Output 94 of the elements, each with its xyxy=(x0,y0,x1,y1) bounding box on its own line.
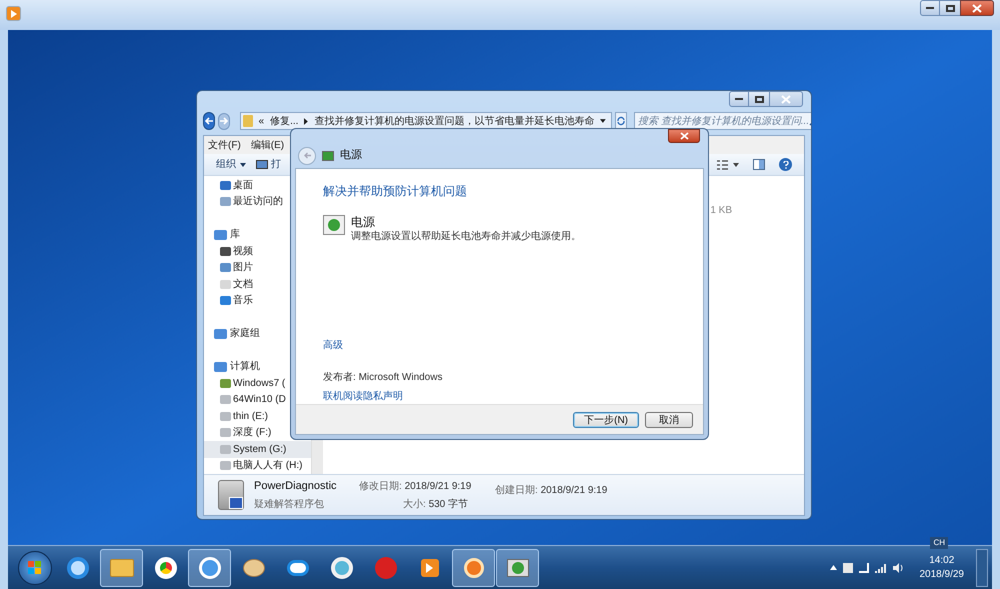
folder-icon xyxy=(220,263,231,272)
dialog-button[interactable]: 下一步(N) xyxy=(573,412,639,428)
nav-item[interactable]: 视频 xyxy=(204,243,311,260)
clock[interactable]: 14:02 2018/9/29 xyxy=(920,554,964,582)
drive-icon xyxy=(220,412,231,421)
volume-icon[interactable] xyxy=(892,562,904,572)
dialog-button[interactable]: 取消 xyxy=(645,412,693,428)
show-desktop-button[interactable] xyxy=(976,548,988,586)
close-button[interactable] xyxy=(960,0,994,16)
language-indicator[interactable]: CH xyxy=(930,536,948,548)
nav-item[interactable]: 最近访问的 xyxy=(204,194,311,210)
file-name: PowerDiagnostic xyxy=(254,478,338,494)
start-button[interactable] xyxy=(18,550,52,584)
window-icon xyxy=(256,160,268,169)
nav-item[interactable]: 电脑人人有 (H:) xyxy=(204,458,311,474)
folder-icon xyxy=(220,246,231,256)
nav-group[interactable]: 家庭组 xyxy=(204,326,311,342)
group-icon xyxy=(214,328,227,339)
drive-icon xyxy=(220,444,231,454)
network-icon[interactable] xyxy=(858,562,868,572)
search-field[interactable]: 搜索 查找并修复计算机的电源设置问... xyxy=(634,112,811,130)
close-icon xyxy=(680,132,688,140)
nav-item[interactable]: 桌面 xyxy=(204,177,311,194)
taskbar-app[interactable] xyxy=(188,548,231,586)
item-title[interactable]: 电源 xyxy=(351,215,581,229)
group-icon xyxy=(214,362,227,372)
nav-item[interactable]: 深度 (F:) xyxy=(204,424,311,441)
folder-icon xyxy=(220,378,231,388)
nav-group[interactable]: 库 xyxy=(204,226,311,243)
back-arrow-icon xyxy=(302,152,312,159)
file-size: 1 KB xyxy=(710,204,732,218)
dialog-title: 电源 xyxy=(340,148,362,164)
forward-arrow-icon xyxy=(219,117,229,125)
close-button[interactable] xyxy=(668,129,700,143)
drive-icon xyxy=(220,461,231,470)
file-size: 大小: 530 字节 xyxy=(402,498,470,512)
up-arrow-icon[interactable] xyxy=(830,565,836,570)
folder-icon xyxy=(220,280,231,289)
address-bar[interactable]: « 修复... 查找并修复计算机的电源设置问题，以节省电量并延长电池寿命 xyxy=(240,112,612,130)
taskbar-app[interactable] xyxy=(496,548,539,586)
windows-logo-icon xyxy=(28,560,42,574)
privacy-link[interactable]: 联机阅读隐私声明 xyxy=(323,389,403,404)
play-icon xyxy=(420,558,438,576)
close-icon xyxy=(972,4,982,12)
play-icon xyxy=(6,6,21,21)
flag-icon[interactable] xyxy=(842,562,852,572)
created-date: 创建日期: 2018/9/21 9:19 xyxy=(495,484,608,498)
separator-arrow-icon[interactable] xyxy=(304,118,308,124)
folder-icon xyxy=(220,296,231,306)
nav-item[interactable]: thin (E:) xyxy=(204,408,311,424)
file-type: 疑难解答程序包 xyxy=(254,498,325,512)
refresh-icon xyxy=(616,116,626,126)
item-description: 调整电源设置以帮助延长电池寿命并减少电源使用。 xyxy=(351,230,581,244)
help-icon[interactable] xyxy=(779,158,792,171)
folder-icon xyxy=(220,197,231,206)
nav-item[interactable]: Windows7 ( xyxy=(204,375,311,392)
maximize-button[interactable] xyxy=(940,0,960,16)
drive-icon xyxy=(220,428,231,438)
menu-item[interactable]: 编辑(E) xyxy=(250,138,284,152)
breadcrumb[interactable]: 查找并修复计算机的电源设置问题，以节省电量并延长电池寿命 xyxy=(314,114,594,128)
folder-icon xyxy=(243,115,253,127)
minimize-button[interactable] xyxy=(920,0,940,16)
dialog-heading: 解决并帮助预防计算机问题 xyxy=(323,183,468,200)
overflow-chevron[interactable]: « xyxy=(258,114,264,128)
view-options-icon[interactable] xyxy=(717,160,739,170)
open-button[interactable]: 打 xyxy=(256,157,281,172)
minimize-button[interactable] xyxy=(729,91,749,107)
close-icon xyxy=(781,94,791,104)
question-mark-icon xyxy=(782,160,788,168)
package-icon xyxy=(218,480,244,510)
menu-item[interactable]: 文件(F) xyxy=(208,138,241,152)
folder-icon xyxy=(110,558,134,576)
back-arrow-icon xyxy=(204,117,214,125)
organize-menu[interactable]: 组织 xyxy=(216,157,246,172)
signal-icon[interactable] xyxy=(874,562,886,572)
nav-item[interactable]: 图片 xyxy=(204,260,311,276)
advanced-link[interactable]: 高级 xyxy=(323,338,343,353)
drive-icon xyxy=(220,395,231,404)
preview-pane-icon[interactable] xyxy=(753,159,765,170)
dropdown-icon[interactable] xyxy=(600,119,606,123)
group-icon xyxy=(214,230,227,240)
nav-group[interactable]: 计算机 xyxy=(204,358,311,375)
modified-date: 修改日期: 2018/9/21 9:19 xyxy=(359,480,471,494)
breadcrumb[interactable]: 修复... xyxy=(270,114,298,128)
power-icon xyxy=(323,215,345,235)
nav-item[interactable]: 64Win10 (D xyxy=(204,392,311,408)
back-button[interactable] xyxy=(203,112,215,130)
nav-item[interactable]: 音乐 xyxy=(204,292,311,309)
caret-icon xyxy=(240,162,246,166)
maximize-button[interactable] xyxy=(749,91,769,107)
publisher-text: 发布者: Microsoft Windows xyxy=(323,370,444,385)
nav-item[interactable]: 文档 xyxy=(204,276,311,292)
nav-item[interactable]: System (G:) xyxy=(204,441,311,458)
folder-icon xyxy=(220,180,231,190)
